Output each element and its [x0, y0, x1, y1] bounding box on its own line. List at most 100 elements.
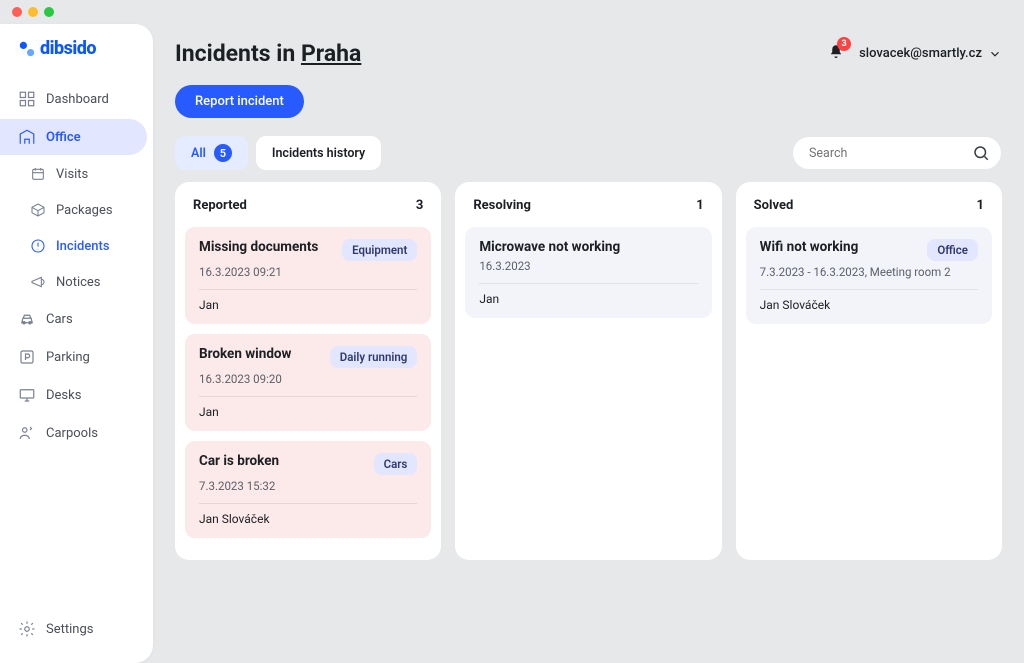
window-titlebar	[0, 0, 1024, 24]
sidebar-item-office[interactable]: Office	[0, 119, 147, 155]
user-email-text: slovacek@smartly.cz	[859, 46, 982, 61]
sidebar-bottom: Settings	[0, 611, 153, 663]
sidebar-item-label: Office	[46, 130, 81, 145]
column-title: Resolving	[473, 198, 531, 213]
sidebar-item-label: Visits	[56, 167, 88, 182]
sidebar-item-label: Parking	[46, 350, 90, 365]
report-incident-button[interactable]: Report incident	[175, 85, 304, 118]
card-divider	[199, 396, 417, 397]
card-divider	[199, 503, 417, 504]
gear-icon	[18, 620, 36, 638]
visits-icon	[30, 166, 46, 182]
card-title: Car is broken	[199, 453, 279, 469]
user-menu[interactable]: slovacek@smartly.cz	[859, 46, 1002, 61]
office-icon	[18, 128, 36, 146]
carpools-icon	[18, 424, 36, 442]
incident-card[interactable]: Microwave not working 16.3.2023 Jan	[465, 227, 711, 318]
page-title-prefix: Incidents in	[175, 40, 301, 67]
sidebar-item-desks[interactable]: Desks	[0, 377, 147, 413]
tab-label: Incidents history	[272, 146, 365, 161]
brand-logo[interactable]: dibsido	[0, 38, 153, 81]
page-title: Incidents in Praha	[175, 40, 361, 67]
dashboard-icon	[18, 90, 36, 108]
card-head: Car is broken Cars	[199, 453, 417, 475]
card-meta: 16.3.2023 09:21	[199, 265, 417, 279]
column-count: 1	[977, 198, 984, 213]
tab-all-count: 5	[214, 144, 232, 162]
sidebar-item-cars[interactable]: Cars	[0, 301, 147, 337]
column-title: Reported	[193, 198, 247, 213]
column-title: Solved	[754, 198, 794, 213]
search-icon	[972, 144, 990, 162]
page-header: Incidents in Praha 3 slovacek@smartly.cz	[175, 40, 1002, 67]
cars-icon	[18, 310, 36, 328]
column-header: Reported 3	[185, 192, 431, 227]
window-close-button[interactable]	[12, 7, 22, 17]
sidebar-item-parking[interactable]: Parking	[0, 339, 147, 375]
notices-icon	[30, 274, 46, 290]
sidebar-item-incidents[interactable]: Incidents	[0, 229, 147, 263]
sidebar-item-label: Incidents	[56, 239, 110, 254]
card-meta: 7.3.2023 - 16.3.2023, Meeting room 2	[760, 265, 978, 279]
app-container: dibsido Dashboard Office Visits Packag	[0, 24, 1024, 663]
parking-icon	[18, 348, 36, 366]
notifications-badge: 3	[837, 37, 851, 51]
kanban-columns: Reported 3 Missing documents Equipment 16.3.…	[175, 182, 1002, 560]
card-title: Missing documents	[199, 239, 318, 255]
card-title: Wifi not working	[760, 239, 859, 255]
sidebar-item-packages[interactable]: Packages	[0, 193, 147, 227]
chevron-down-icon	[988, 47, 1002, 61]
column-resolving: Resolving 1 Microwave not working 16.3.2023…	[455, 182, 721, 560]
window-zoom-button[interactable]	[44, 7, 54, 17]
card-head: Microwave not working	[479, 239, 697, 255]
notifications-button[interactable]: 3	[827, 43, 845, 65]
tab-all[interactable]: All 5	[175, 136, 248, 170]
card-head: Broken window Daily running	[199, 346, 417, 368]
window-minimize-button[interactable]	[28, 7, 38, 17]
sidebar-item-label: Notices	[56, 275, 101, 290]
incident-card[interactable]: Wifi not working Office 7.3.2023 - 16.3.20…	[746, 227, 992, 324]
sidebar-item-label: Desks	[46, 388, 81, 403]
sidebar-item-carpools[interactable]: Carpools	[0, 415, 147, 451]
card-divider	[760, 289, 978, 290]
tabs: All 5 Incidents history	[175, 136, 381, 170]
card-tag: Equipment	[342, 239, 417, 261]
card-divider	[479, 283, 697, 284]
card-tag: Cars	[374, 453, 418, 475]
column-header: Resolving 1	[465, 192, 711, 227]
sidebar-item-label: Settings	[46, 622, 93, 637]
incident-card[interactable]: Missing documents Equipment 16.3.2023 09:2…	[185, 227, 431, 324]
sidebar-item-notices[interactable]: Notices	[0, 265, 147, 299]
sidebar-item-label: Dashboard	[46, 92, 109, 107]
sidebar-item-dashboard[interactable]: Dashboard	[0, 81, 147, 117]
card-meta: 16.3.2023 09:20	[199, 372, 417, 386]
desks-icon	[18, 386, 36, 404]
card-tag: Daily running	[330, 346, 418, 368]
column-count: 1	[696, 198, 703, 213]
card-title: Broken window	[199, 346, 291, 362]
search-input[interactable]	[792, 136, 1002, 170]
card-meta: 16.3.2023	[479, 259, 697, 273]
card-assignee: Jan	[199, 405, 417, 419]
tab-incidents-history[interactable]: Incidents history	[256, 136, 381, 170]
brand-name: dibsido	[40, 38, 96, 59]
search-box	[792, 136, 1002, 170]
page-title-city[interactable]: Praha	[301, 40, 361, 67]
column-reported: Reported 3 Missing documents Equipment 16.3.…	[175, 182, 441, 560]
card-assignee: Jan	[479, 292, 697, 306]
incidents-icon	[30, 238, 46, 254]
card-tag: Office	[927, 239, 978, 261]
incident-card[interactable]: Car is brokenCars7.3.2023 15:32Jan Slová…	[185, 441, 431, 538]
sidebar-item-settings[interactable]: Settings	[0, 611, 147, 647]
user-area: 3 slovacek@smartly.cz	[827, 43, 1002, 65]
packages-icon	[30, 202, 46, 218]
app-window: dibsido Dashboard Office Visits Packag	[0, 0, 1024, 663]
column-count: 3	[416, 198, 423, 213]
logo-mark-icon	[18, 40, 36, 58]
sidebar-item-label: Cars	[46, 312, 73, 327]
sidebar-nav: Dashboard Office Visits Packages Inciden…	[0, 81, 153, 453]
card-divider	[199, 289, 417, 290]
incident-card[interactable]: Broken window Daily running 16.3.2023 09:2…	[185, 334, 431, 431]
column-solved: Solved 1 Wifi not working Office 7.3.2023 - …	[736, 182, 1002, 560]
sidebar-item-visits[interactable]: Visits	[0, 157, 147, 191]
